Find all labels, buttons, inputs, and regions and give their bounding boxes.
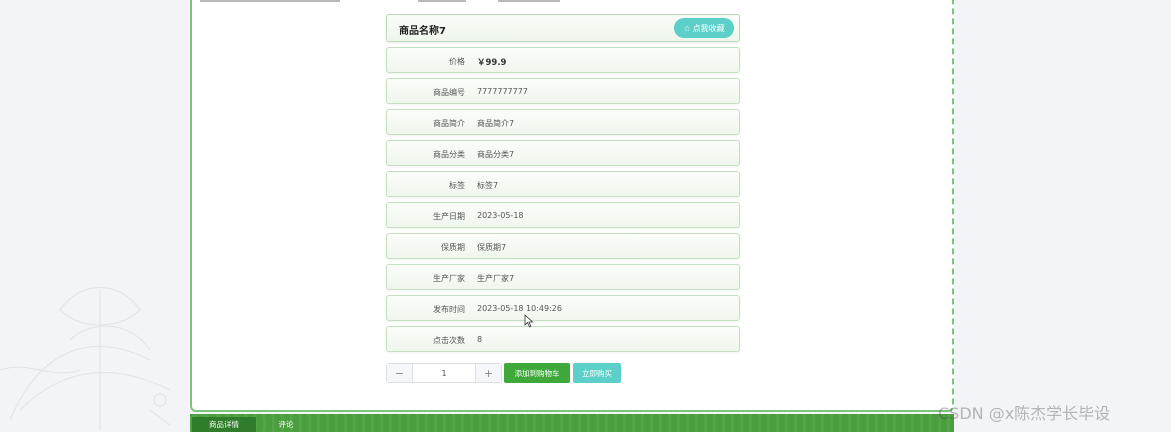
detail-value: 商品分类7 bbox=[477, 150, 515, 159]
detail-label: 商品编号 bbox=[433, 88, 465, 97]
detail-row-publish-time: 发布时间 2023-05-18 10:49:26 bbox=[386, 295, 740, 321]
detail-value: 2023-05-18 bbox=[477, 211, 524, 220]
detail-value: 2023-05-18 10:49:26 bbox=[477, 304, 562, 313]
mouse-cursor-icon bbox=[524, 314, 534, 328]
quantity-input[interactable] bbox=[413, 364, 475, 382]
detail-label: 商品分类 bbox=[433, 150, 465, 159]
detail-row-production-date: 生产日期 2023-05-18 bbox=[386, 202, 740, 228]
detail-row-shelf-life: 保质期 保质期7 bbox=[386, 233, 740, 259]
detail-label: 保质期 bbox=[441, 243, 465, 252]
detail-label: 发布时间 bbox=[433, 305, 465, 314]
detail-value: 标签7 bbox=[477, 181, 499, 190]
buy-now-button[interactable]: 立即购买 bbox=[573, 363, 621, 383]
decorative-lotus-lineart bbox=[0, 287, 171, 430]
detail-label: 生产日期 bbox=[433, 212, 465, 221]
favorite-label: 点我收藏 bbox=[692, 23, 725, 33]
add-to-cart-button[interactable]: 添加到购物车 bbox=[504, 363, 570, 383]
detail-value: 7777777777 bbox=[477, 87, 528, 96]
detail-label: 标签 bbox=[449, 181, 465, 190]
increase-quantity-button[interactable]: + bbox=[475, 364, 501, 382]
detail-value: 商品简介7 bbox=[477, 119, 515, 128]
product-title-bar: 商品名称7 ☆ 点我收藏 bbox=[386, 14, 740, 42]
detail-row-tag: 标签 标签7 bbox=[386, 171, 740, 197]
detail-label: 商品简介 bbox=[433, 119, 465, 128]
detail-row-category: 商品分类 商品分类7 bbox=[386, 140, 740, 166]
detail-row-manufacturer: 生产厂家 生产厂家7 bbox=[386, 264, 740, 290]
detail-value: ￥99.9 bbox=[477, 58, 507, 68]
tab-product-details[interactable]: 商品详情 bbox=[192, 417, 256, 432]
add-favorite-button[interactable]: ☆ 点我收藏 bbox=[674, 18, 734, 38]
detail-label: 价格 bbox=[449, 57, 465, 66]
detail-value: 保质期7 bbox=[477, 243, 507, 252]
detail-value: 生产厂家7 bbox=[477, 274, 515, 283]
detail-row-summary: 商品简介 商品简介7 bbox=[386, 109, 740, 135]
detail-label: 生产厂家 bbox=[433, 274, 465, 283]
star-icon: ☆ bbox=[683, 23, 691, 33]
detail-tab-bar: 商品详情 评论 bbox=[190, 414, 954, 432]
quantity-stepper: − + bbox=[386, 363, 502, 383]
product-name: 商品名称7 bbox=[399, 26, 446, 37]
detail-value: 8 bbox=[477, 335, 483, 344]
tab-comments[interactable]: 评论 bbox=[262, 417, 310, 432]
detail-label: 点击次数 bbox=[433, 336, 465, 345]
thumbnail-strip-edge bbox=[200, 0, 560, 2]
detail-row-price: 价格 ￥99.9 bbox=[386, 47, 740, 73]
decrease-quantity-button[interactable]: − bbox=[387, 364, 413, 382]
watermark-text: CSDN @x陈杰学长毕设 bbox=[938, 404, 1111, 423]
detail-row-sku: 商品编号 7777777777 bbox=[386, 78, 740, 104]
detail-row-click-count: 点击次数 8 bbox=[386, 326, 740, 352]
